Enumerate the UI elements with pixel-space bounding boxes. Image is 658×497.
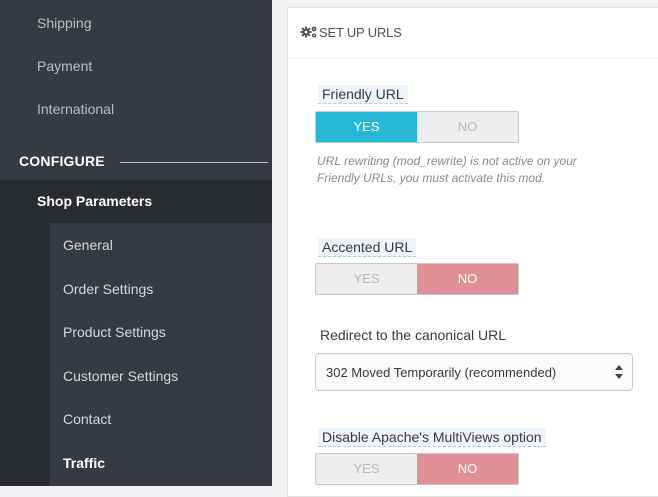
sidebar-item-label: Payment	[37, 58, 93, 74]
panel-header: SET UP URLS	[288, 8, 658, 59]
submenu-item-product-settings[interactable]: Product Settings	[50, 312, 272, 352]
sidebar-item-payment[interactable]: Payment	[0, 46, 272, 86]
setup-urls-panel: SET UP URLS Friendly URL YES NO URL rewr…	[287, 7, 658, 497]
friendly-url-yes[interactable]: YES	[316, 112, 417, 142]
sidebar: Shipping Payment International CONFIGURE…	[0, 0, 272, 486]
sidebar-item-label: International	[37, 101, 115, 117]
submenu-item-label: Product Settings	[63, 324, 166, 340]
sidebar-item-shipping[interactable]: Shipping	[0, 3, 272, 43]
sidebar-item-international[interactable]: International	[0, 89, 272, 129]
friendly-url-switch[interactable]: YES NO	[315, 111, 519, 143]
canonical-url-label: Redirect to the canonical URL	[320, 327, 506, 343]
submenu-item-label: Contact	[63, 411, 112, 427]
sidebar-item-label: Shop Parameters	[37, 193, 153, 209]
sidebar-item-shop-parameters[interactable]: Shop Parameters	[0, 180, 272, 223]
friendly-url-no[interactable]: NO	[417, 112, 518, 142]
submenu-item-label: Customer Settings	[63, 368, 179, 384]
submenu-item-label: Traffic	[63, 455, 106, 471]
submenu-item-contact[interactable]: Contact	[50, 399, 272, 439]
submenu-item-customer-settings[interactable]: Customer Settings	[50, 356, 272, 396]
section-header-label: CONFIGURE	[19, 153, 105, 169]
accented-url-no[interactable]: NO	[417, 264, 518, 294]
multiviews-label: Disable Apache's MultiViews option	[318, 428, 546, 447]
gears-icon	[300, 26, 317, 38]
panel-title: SET UP URLS	[319, 25, 402, 40]
submenu-item-general[interactable]: General	[50, 225, 272, 265]
section-divider	[120, 162, 268, 163]
accented-url-yes[interactable]: YES	[316, 264, 417, 294]
updown-arrows-icon	[615, 365, 623, 379]
canonical-redirect-select[interactable]: 302 Moved Temporarily (recommended)	[315, 353, 633, 391]
friendly-url-help: URL rewriting (mod_rewrite) is not activ…	[317, 153, 658, 187]
submenu-item-label: General	[63, 237, 113, 253]
help-line: Friendly URLs, you must activate this mo…	[317, 171, 546, 185]
help-line: URL rewriting (mod_rewrite) is not activ…	[317, 154, 577, 168]
multiviews-switch[interactable]: YES NO	[315, 453, 519, 485]
submenu-item-order-settings[interactable]: Order Settings	[50, 269, 272, 309]
sidebar-section-header: CONFIGURE	[0, 138, 272, 180]
select-value: 302 Moved Temporarily (recommended)	[326, 365, 557, 380]
friendly-url-label: Friendly URL	[318, 85, 408, 104]
submenu-item-traffic[interactable]: Traffic	[50, 443, 272, 483]
accented-url-label: Accented URL	[318, 238, 417, 257]
accented-url-switch[interactable]: YES NO	[315, 263, 519, 295]
multiviews-no[interactable]: NO	[417, 454, 518, 484]
submenu-item-label: Order Settings	[63, 281, 154, 297]
sidebar-item-label: Shipping	[37, 15, 92, 31]
multiviews-yes[interactable]: YES	[316, 454, 417, 484]
